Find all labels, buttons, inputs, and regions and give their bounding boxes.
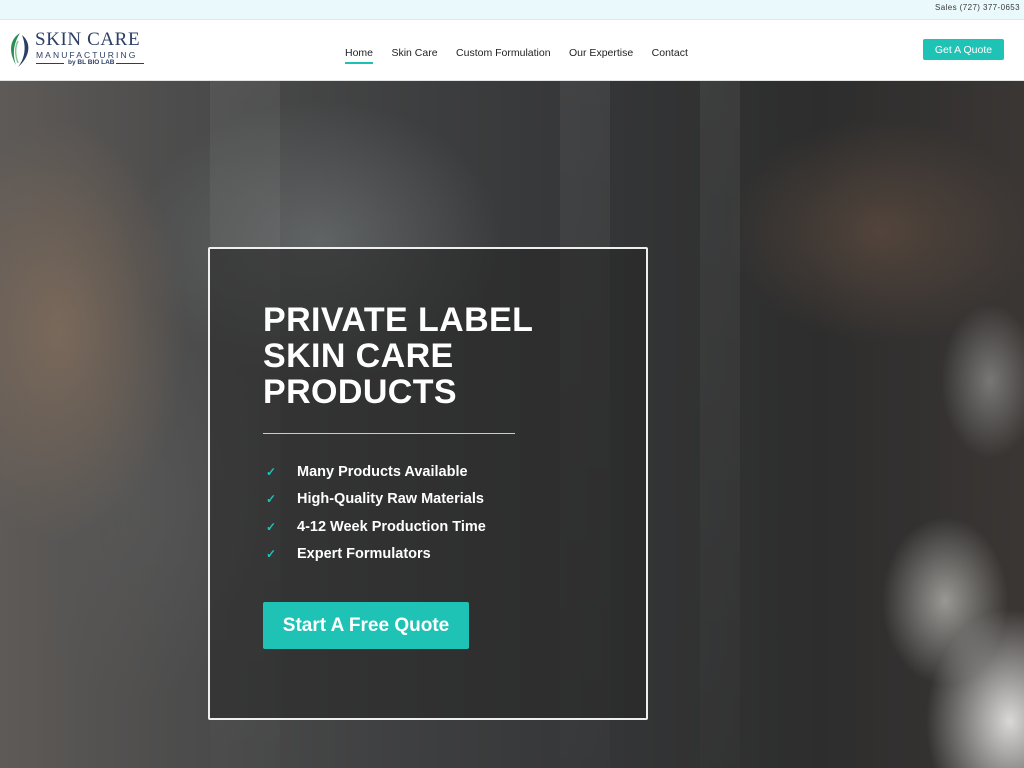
- check-icon: ✓: [266, 492, 277, 507]
- logo-text-main: SKIN CARE: [35, 29, 141, 50]
- logo-byline: by BL BIO LAB: [36, 59, 144, 68]
- leaf-face-logo-icon: [11, 33, 29, 67]
- hero-card: PRIVATE LABEL SKIN CARE PRODUCTS ✓ Many …: [208, 247, 648, 720]
- logo-rule-left: [36, 63, 64, 64]
- get-a-quote-button[interactable]: Get A Quote: [923, 39, 1004, 60]
- logo-byline-text: by BL BIO LAB: [68, 59, 115, 66]
- feature-list: ✓ Many Products Available ✓ High-Quality…: [263, 461, 486, 570]
- nav-item-home[interactable]: Home: [345, 47, 374, 64]
- feature-text: Expert Formulators: [297, 545, 431, 562]
- check-icon: ✓: [266, 465, 277, 479]
- feature-text: 4-12 Week Production Time: [297, 518, 486, 535]
- logo-rule-right: [116, 63, 144, 64]
- check-icon: ✓: [266, 519, 277, 534]
- nav-item-our-expertise[interactable]: Our Expertise: [569, 47, 633, 62]
- site-logo[interactable]: SKIN CARE MANUFACTURING by BL BIO LAB: [6, 29, 156, 71]
- sales-phone[interactable]: Sales (727) 377-0653: [935, 3, 1020, 12]
- check-icon: ✓: [266, 546, 277, 561]
- list-item: ✓ Expert Formulators: [263, 543, 486, 570]
- site-header: SKIN CARE MANUFACTURING by BL BIO LAB Ho…: [0, 20, 1024, 81]
- list-item: ✓ Many Products Available: [263, 461, 486, 488]
- nav-item-custom-formulation[interactable]: Custom Formulation: [456, 47, 551, 62]
- feature-text: Many Products Available: [297, 464, 468, 480]
- list-item: ✓ High-Quality Raw Materials: [263, 488, 486, 515]
- hero-background-column: [700, 81, 740, 768]
- top-bar: Sales (727) 377-0653: [0, 0, 1024, 20]
- nav-item-contact[interactable]: Contact: [652, 47, 688, 62]
- hero-divider: [263, 433, 515, 434]
- hero-title: PRIVATE LABEL SKIN CARE PRODUCTS: [263, 301, 534, 411]
- hero-section: PRIVATE LABEL SKIN CARE PRODUCTS ✓ Many …: [0, 81, 1024, 768]
- main-nav: Home Skin Care Custom Formulation Our Ex…: [345, 43, 702, 64]
- feature-text: High-Quality Raw Materials: [297, 491, 484, 508]
- list-item: ✓ 4-12 Week Production Time: [263, 516, 486, 543]
- start-free-quote-button[interactable]: Start A Free Quote: [263, 602, 469, 649]
- nav-item-skin-care[interactable]: Skin Care: [391, 47, 437, 62]
